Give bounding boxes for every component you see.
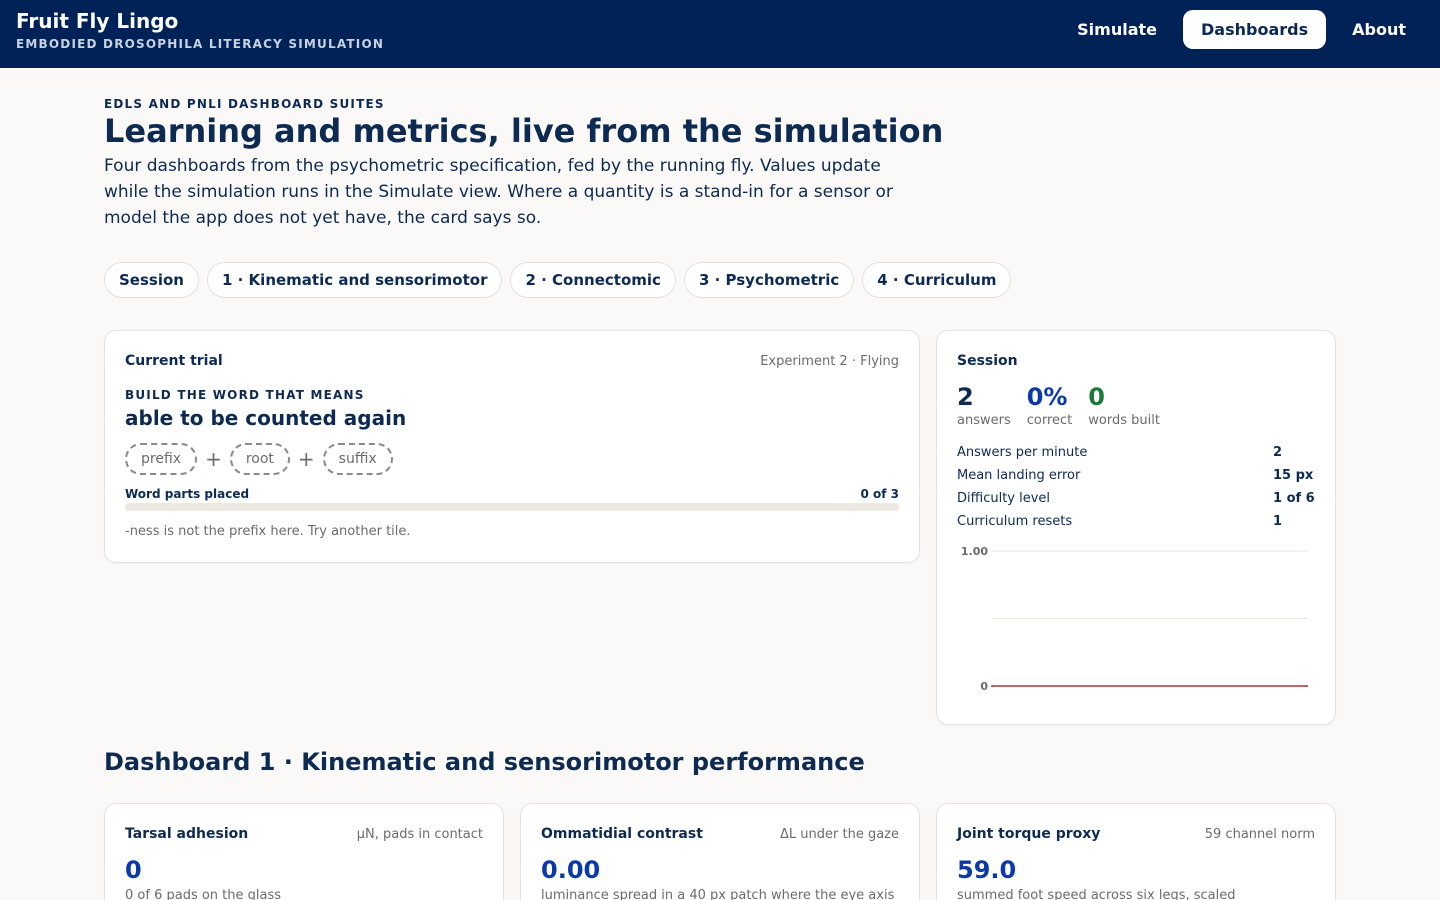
metric-description: luminance spread in a 40 px patch where … (541, 888, 895, 900)
session-metrics: Answers per minute 2 Mean landing error … (957, 445, 1315, 537)
trial-prompt-label: BUILD THE WORD THAT MEANS (125, 388, 365, 402)
y-tick-label: 1.00 (961, 545, 988, 558)
card-meta: 59 channel norm (1204, 827, 1315, 842)
tarsal-adhesion-card: Tarsal adhesion μN, pads in contact 0 0 … (104, 803, 504, 900)
metric-row: Curriculum resets 1 (957, 514, 1315, 537)
page-title: Learning and metrics, live from the simu… (104, 112, 944, 150)
card-title: Tarsal adhesion (125, 826, 249, 842)
suffix-slot[interactable]: suffix (322, 443, 393, 475)
metric-value: 59.0 (957, 856, 1017, 884)
intro-text: Four dashboards from the psychometric sp… (104, 156, 893, 228)
nav-simulate[interactable]: Simulate (1059, 10, 1175, 49)
metric-value: 1 of 6 (1273, 491, 1315, 506)
metric-row: Difficulty level 1 of 6 (957, 491, 1315, 514)
stat-label: words built (1088, 413, 1160, 428)
metric-value: 1 (1273, 514, 1283, 529)
nav-about[interactable]: About (1334, 10, 1424, 49)
metric-key: Curriculum resets (957, 514, 1073, 529)
plus-sign: + (297, 447, 315, 471)
metric-key: Mean landing error (957, 468, 1081, 483)
plus-sign: + (205, 447, 222, 471)
session-stats: 2 answers 0% correct 0 words built (957, 383, 1160, 428)
metric-value: 2 (1273, 445, 1283, 460)
word-slots: prefix + root + suffix (125, 443, 393, 475)
app-title[interactable]: Fruit Fly Lingo (16, 9, 178, 33)
metric-value: 15 px (1273, 468, 1314, 483)
tab-kinematic[interactable]: 1 · Kinematic and sensorimotor (206, 262, 503, 298)
root-slot[interactable]: root (229, 443, 290, 475)
main-nav: Simulate Dashboards About (1059, 10, 1424, 49)
data-point (1306, 685, 1308, 687)
metric-description: 0 of 6 pads on the glass (125, 888, 282, 900)
hero-eyebrow: EDLS AND PNLI DASHBOARD SUITES (104, 97, 385, 111)
accuracy-chart: 1.00 0 (961, 545, 1308, 693)
stat-answers: 2 answers (957, 383, 1011, 428)
metric-key: Difficulty level (957, 491, 1051, 506)
tab-session[interactable]: Session (104, 262, 199, 298)
joint-torque-card: Joint torque proxy 59 channel norm 59.0 … (936, 803, 1336, 900)
stat-words-built: 0 words built (1088, 383, 1160, 428)
progress-value: 0 of 3 (860, 487, 899, 501)
trial-target-meaning: able to be counted again (125, 406, 407, 430)
session-card: Session 2 answers 0% correct 0 words bui… (936, 330, 1336, 725)
nav-dashboards[interactable]: Dashboards (1183, 10, 1327, 49)
dashboard-tabs: Session 1 · Kinematic and sensorimotor 2… (104, 262, 1012, 298)
dashboard1-title: Dashboard 1 · Kinematic and sensorimotor… (104, 748, 865, 776)
stat-value: 0% (1026, 383, 1068, 411)
card-title: Joint torque proxy (957, 826, 1101, 842)
app-subtitle: EMBODIED DROSOPHILA LITERACY SIMULATION (16, 37, 385, 51)
metric-value: 0 (125, 856, 142, 884)
stat-value: 0 (1088, 383, 1105, 411)
progress-label: Word parts placed (125, 487, 250, 501)
y-tick-label: 0 (980, 680, 988, 693)
progress-bar (125, 503, 899, 511)
current-trial-card: Current trial Experiment 2 · Flying BUIL… (104, 330, 920, 563)
stat-label: answers (957, 413, 1011, 428)
metric-row: Mean landing error 15 px (957, 468, 1315, 491)
tab-curriculum[interactable]: 4 · Curriculum (862, 262, 1012, 298)
tab-psychometric[interactable]: 3 · Psychometric (683, 262, 855, 298)
feedback-text: -ness is not the prefix here. Try anothe… (125, 524, 411, 539)
card-title: Session (957, 353, 1018, 369)
card-meta: ΔL under the gaze (780, 827, 899, 842)
card-meta: Experiment 2 · Flying (760, 354, 899, 369)
ommatidial-contrast-card: Ommatidial contrast ΔL under the gaze 0.… (520, 803, 920, 900)
card-title: Ommatidial contrast (541, 826, 703, 842)
stat-label: correct (1026, 413, 1073, 428)
card-meta: μN, pads in contact (356, 827, 483, 842)
tab-connectomic[interactable]: 2 · Connectomic (510, 262, 676, 298)
metric-value: 0.00 (541, 856, 601, 884)
stat-value: 2 (957, 383, 974, 411)
stat-correct: 0% correct (1027, 383, 1073, 428)
metric-description: summed foot speed across six legs, scale… (957, 888, 1236, 900)
card-title: Current trial (125, 353, 223, 369)
prefix-slot[interactable]: prefix (125, 443, 198, 475)
data-point (991, 685, 993, 687)
top-bar: Fruit Fly Lingo EMBODIED DROSOPHILA LITE… (0, 0, 1440, 68)
metric-row: Answers per minute 2 (957, 445, 1315, 468)
metric-key: Answers per minute (957, 445, 1088, 460)
